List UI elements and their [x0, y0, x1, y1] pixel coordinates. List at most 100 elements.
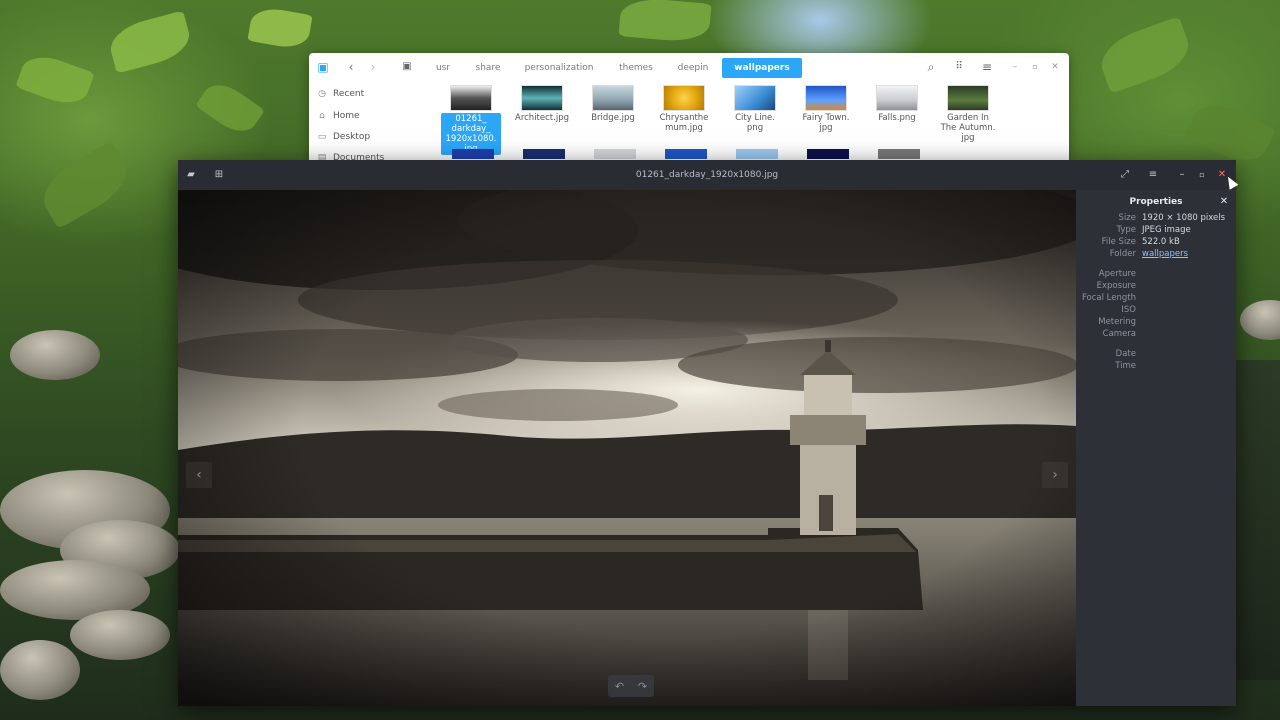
image-canvas[interactable]: ‹ › — [178, 190, 1076, 706]
viewer-titlebar: ▰ ⊞ 01261_darkday_1920x1080.jpg ⤢ ≡ – ▫ … — [178, 160, 1236, 190]
viewer-title: 01261_darkday_1920x1080.jpg — [635, 170, 779, 180]
app-icon: ▣ — [317, 60, 329, 74]
rotate-left-icon[interactable]: ↶ — [615, 680, 624, 693]
search-icon[interactable]: ⌕ — [923, 59, 939, 75]
file-item[interactable]: Bridge.jpg — [583, 85, 643, 123]
maximize-icon[interactable]: ▫ — [1195, 168, 1209, 182]
property-key: Size — [1118, 213, 1136, 223]
property-value: 1920 × 1080 pixels — [1142, 213, 1226, 223]
forward-icon[interactable]: › — [365, 59, 381, 75]
property-row: ISO — [1076, 304, 1236, 316]
minimize-icon[interactable]: – — [1175, 168, 1189, 182]
crumb-themes[interactable]: themes — [611, 58, 661, 78]
file-thumbnail — [736, 149, 778, 159]
file-item[interactable]: Garden In The Autumn. jpg — [938, 85, 998, 143]
sidebar-item-desktop[interactable]: ▭ Desktop — [317, 128, 370, 146]
file-thumbnail — [450, 85, 492, 111]
file-item[interactable]: Fairy Town. jpg — [796, 85, 856, 133]
property-row: Size 1920 × 1080 pixels — [1076, 212, 1236, 224]
file-name: Falls.png — [878, 113, 916, 123]
image-viewer-window: ▰ ⊞ 01261_darkday_1920x1080.jpg ⤢ ≡ – ▫ … — [178, 160, 1236, 706]
back-icon[interactable]: ‹ — [343, 59, 359, 75]
fullscreen-icon[interactable]: ⤢ — [1118, 168, 1132, 182]
property-key: Type — [1116, 225, 1136, 235]
file-thumbnail — [947, 85, 989, 111]
property-row: Time — [1076, 360, 1236, 372]
properties-title: Properties — [1129, 197, 1183, 207]
property-key: Aperture — [1098, 269, 1136, 279]
displayed-photo — [178, 190, 1076, 706]
sidebar-item-label: Home — [333, 111, 360, 121]
file-name: City Line. png — [735, 113, 775, 133]
property-key: Time — [1115, 361, 1136, 371]
file-name: Garden In The Autumn. jpg — [940, 113, 996, 143]
file-name: Fairy Town. jpg — [802, 113, 850, 133]
file-thumbnail — [592, 85, 634, 111]
sidebar-item-home[interactable]: ⌂ Home — [317, 107, 360, 125]
file-thumbnail — [663, 85, 705, 111]
next-image-button[interactable]: › — [1042, 462, 1068, 488]
folder-link[interactable]: wallpapers — [1142, 248, 1234, 260]
property-key: Date — [1115, 349, 1136, 359]
root-drive-icon[interactable]: ▣ — [399, 59, 415, 75]
file-name: Architect.jpg — [515, 113, 569, 123]
file-manager-window: ▣ ‹ › ▣ usr share personalization themes… — [309, 53, 1069, 163]
properties-panel: Properties ✕ Size 1920 × 1080 pixels Typ… — [1076, 190, 1236, 706]
file-item[interactable]: Falls.png — [867, 85, 927, 123]
file-thumbnail — [805, 85, 847, 111]
property-row: Folder wallpapers — [1076, 248, 1236, 260]
file-manager-toolbar: ▣ ‹ › ▣ usr share personalization themes… — [309, 53, 1069, 81]
file-name: Bridge.jpg — [591, 113, 635, 123]
property-row: Aperture — [1076, 268, 1236, 280]
property-key: Camera — [1102, 329, 1136, 339]
file-item[interactable]: City Line. png — [725, 85, 785, 133]
property-row: Date — [1076, 348, 1236, 360]
property-row: Camera — [1076, 328, 1236, 340]
sidebar-item-label: Recent — [333, 89, 365, 99]
property-key: Metering — [1098, 317, 1136, 327]
file-thumbnail — [807, 149, 849, 159]
property-row: Focal Length — [1076, 292, 1236, 304]
property-key: ISO — [1121, 305, 1136, 315]
file-item[interactable]: Architect.jpg — [512, 85, 572, 123]
property-value: JPEG image — [1142, 225, 1191, 235]
property-key: Focal Length — [1081, 293, 1136, 303]
property-row: Metering — [1076, 316, 1236, 328]
file-item[interactable]: 01261_ darkday_ 1920x1080. jpg — [441, 85, 501, 155]
property-row: Exposure — [1076, 280, 1236, 292]
file-thumbnail — [665, 149, 707, 159]
file-thumbnail — [734, 85, 776, 111]
close-icon[interactable]: ✕ — [1047, 59, 1063, 75]
crumb-usr[interactable]: usr — [423, 58, 463, 78]
home-icon: ⌂ — [319, 111, 325, 121]
menu-icon[interactable]: ≡ — [1146, 168, 1160, 182]
property-row: File Size 522.0 kB — [1076, 236, 1236, 248]
clock-icon: ◷ — [318, 89, 326, 99]
property-key: File Size — [1101, 237, 1136, 247]
sidebar-item-recent[interactable]: ◷ Recent — [317, 85, 364, 103]
minimize-icon[interactable]: – — [1007, 59, 1023, 75]
crumb-wallpapers[interactable]: wallpapers — [722, 58, 802, 78]
close-icon[interactable]: ✕ — [1218, 194, 1230, 210]
rotate-toolbar: ↶ ↷ — [608, 675, 654, 697]
menu-icon[interactable]: ≡ — [979, 59, 995, 75]
property-row: Type JPEG image — [1076, 224, 1236, 236]
file-item[interactable]: Chrysanthe mum.jpg — [654, 85, 714, 133]
crumb-share[interactable]: share — [469, 58, 507, 78]
file-thumbnail — [878, 149, 920, 159]
crumb-deepin[interactable]: deepin — [671, 58, 715, 78]
previous-image-button[interactable]: ‹ — [186, 462, 212, 488]
desktop-icon: ▭ — [317, 132, 327, 142]
grid-view-icon[interactable]: ⠿ — [951, 59, 967, 75]
file-thumbnail — [876, 85, 918, 111]
file-thumbnail — [594, 149, 636, 159]
crumb-personalization[interactable]: personalization — [517, 58, 601, 78]
file-thumbnail — [452, 149, 494, 159]
file-name: Chrysanthe mum.jpg — [659, 113, 709, 133]
property-key: Exposure — [1096, 281, 1136, 291]
sidebar-item-label: Desktop — [333, 132, 371, 142]
rotate-right-icon[interactable]: ↷ — [638, 680, 647, 693]
property-value: 522.0 kB — [1142, 237, 1180, 247]
file-manager-sidebar: ◷ Recent ⌂ Home ▭ Desktop ▤ Documents — [309, 81, 437, 163]
maximize-icon[interactable]: ▫ — [1027, 59, 1043, 75]
